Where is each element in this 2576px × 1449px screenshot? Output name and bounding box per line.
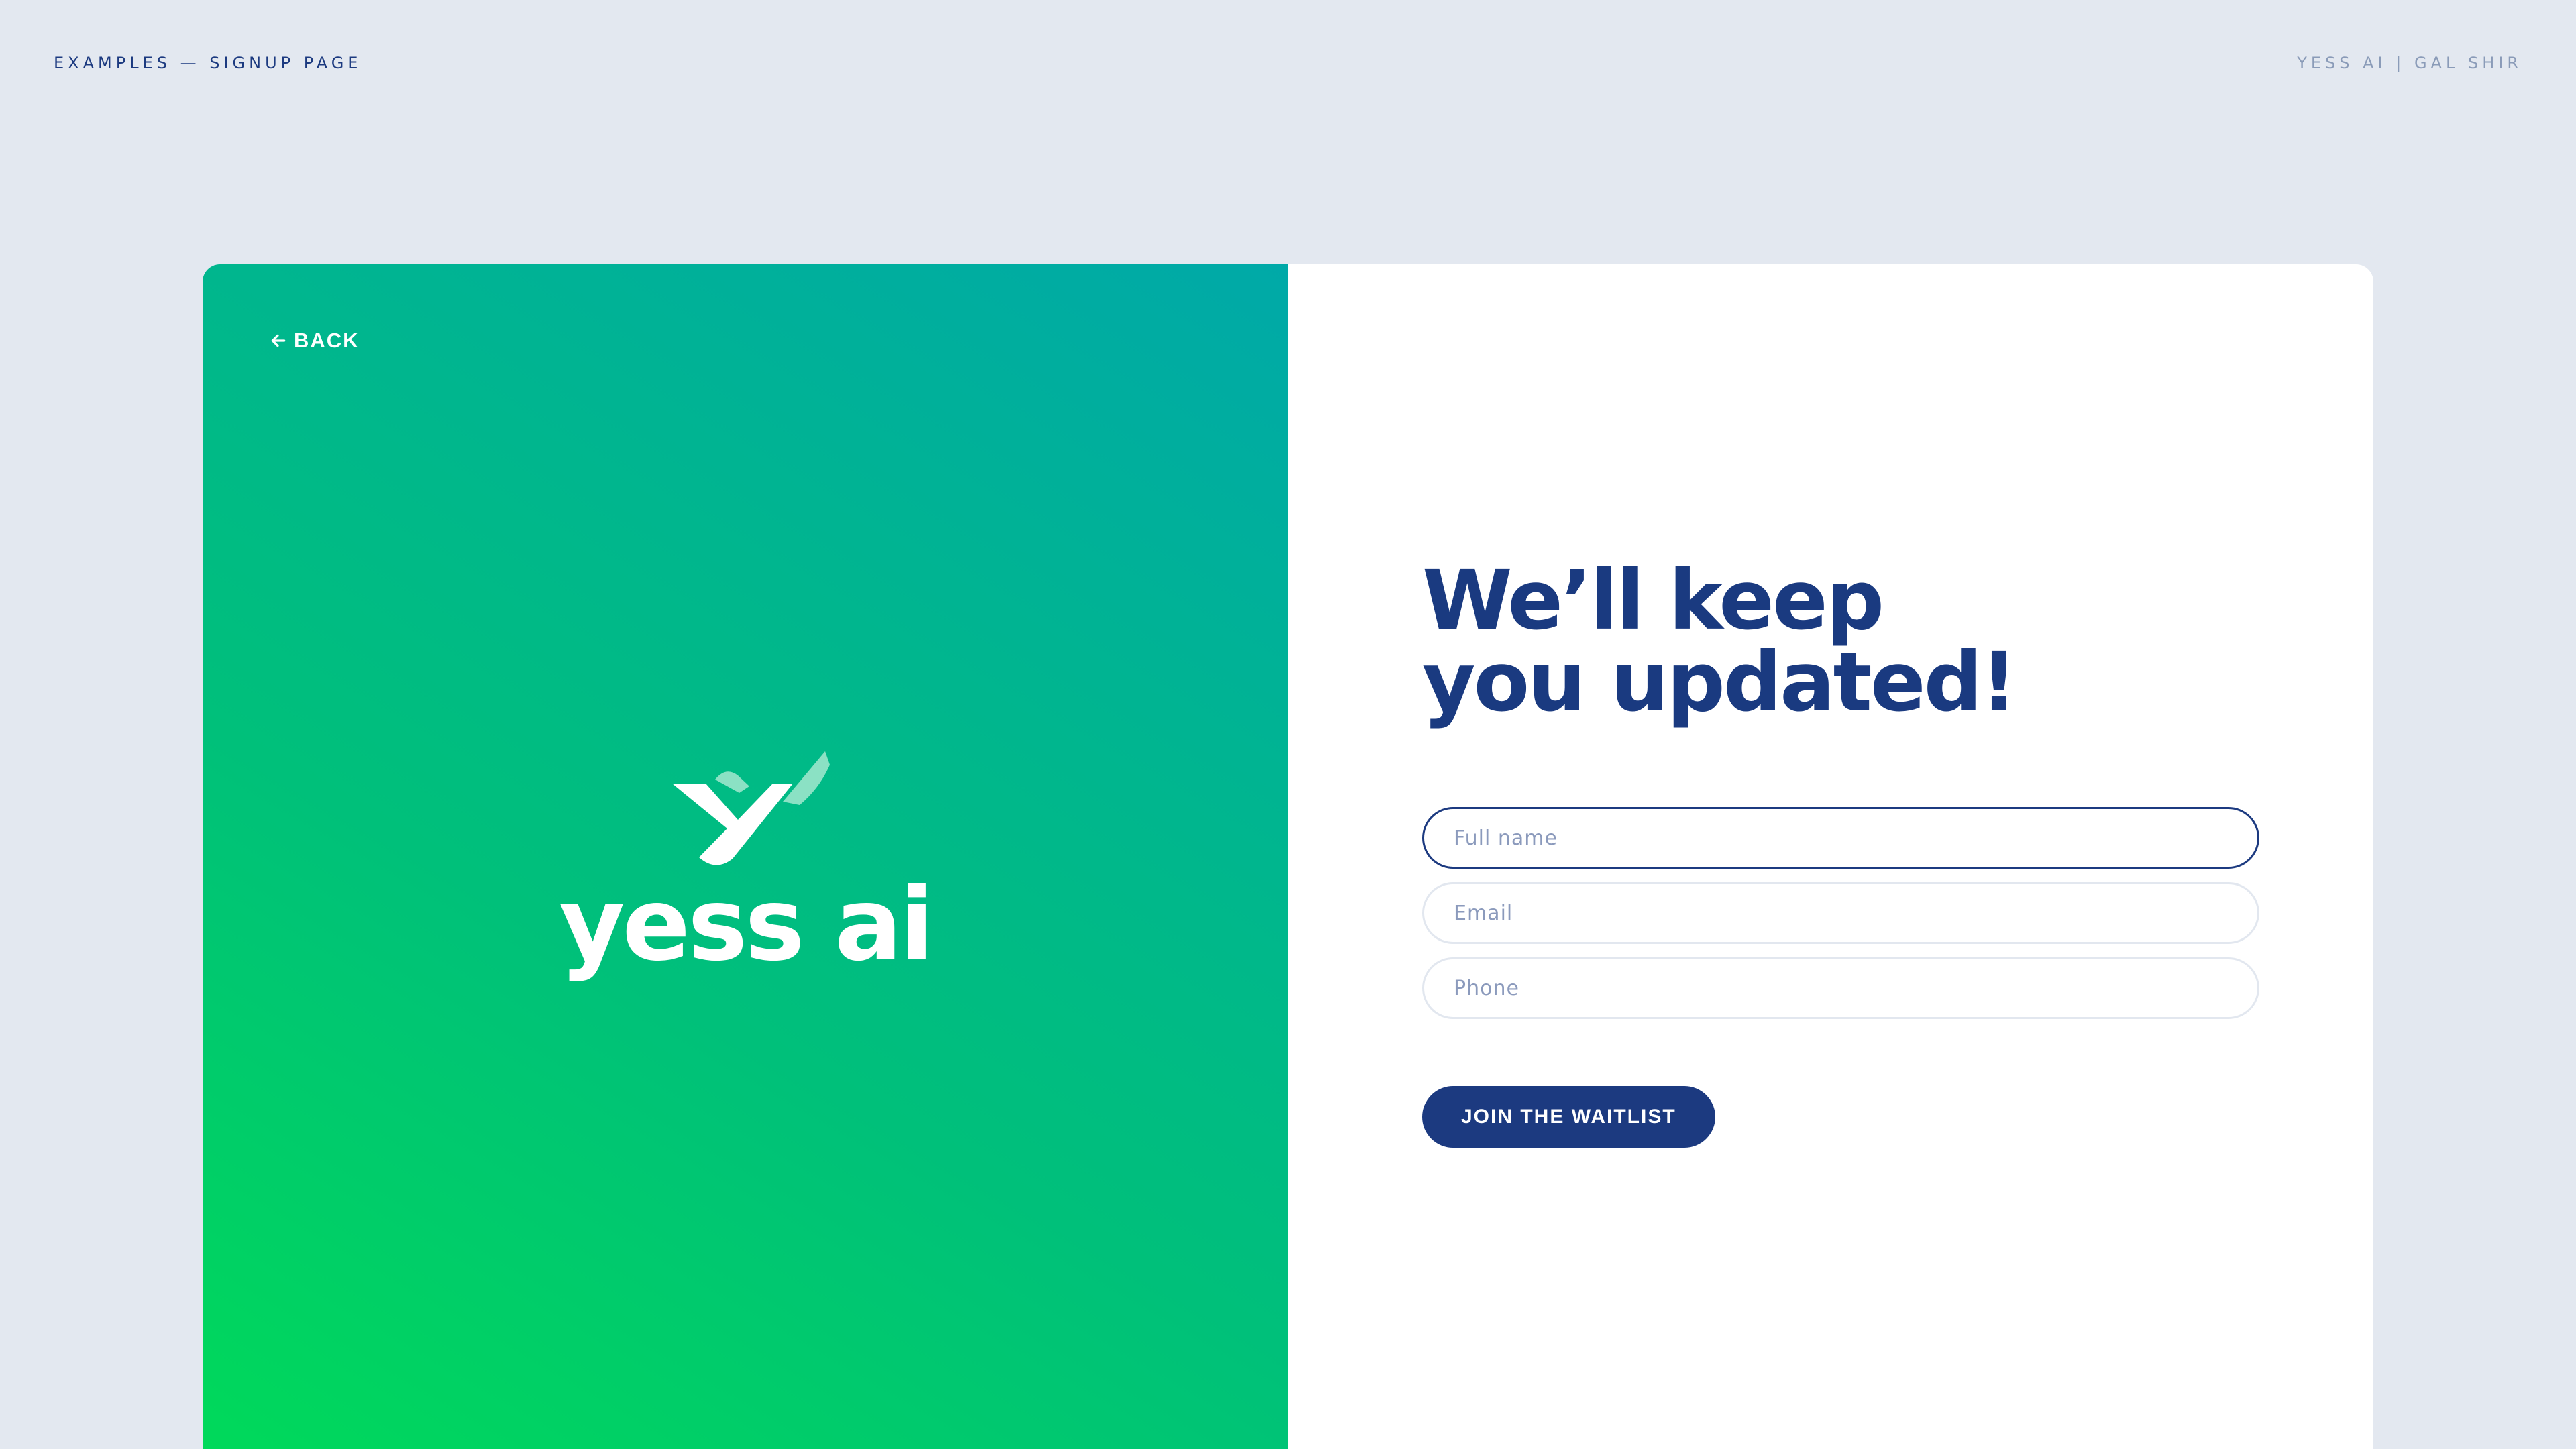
signup-headline: We’ll keep you updated! <box>1422 553 2018 730</box>
signup-form-panel: We’ll keep you updated! JOIN THE WAITLIS… <box>1288 264 2373 1449</box>
phone-input[interactable] <box>1422 957 2259 1019</box>
back-label: BACK <box>294 329 360 352</box>
headline-line-1: We’ll keep <box>1422 553 1884 648</box>
arrow-left-icon <box>271 334 286 347</box>
signup-card: BACK yess ai We’ll keep you updated! JOI… <box>203 264 2373 1449</box>
author-credit-label: YESS AI | GAL SHIR <box>2297 54 2522 72</box>
email-input[interactable] <box>1422 882 2259 944</box>
brand-hero-panel: BACK yess ai <box>203 264 1288 1449</box>
yess-ai-logo-icon <box>672 751 830 865</box>
join-waitlist-button[interactable]: JOIN THE WAITLIST <box>1422 1086 1715 1148</box>
page-context-label: EXAMPLES — SIGNUP PAGE <box>54 54 362 72</box>
brand-wordmark: yess ai <box>559 867 934 983</box>
headline-line-2: you updated! <box>1422 635 2018 730</box>
back-link[interactable]: BACK <box>270 329 360 353</box>
full-name-input[interactable] <box>1422 807 2259 869</box>
